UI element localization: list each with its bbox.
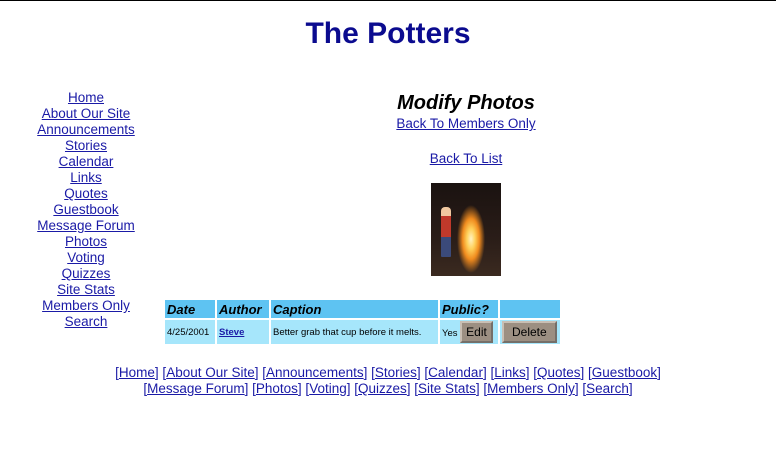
bonfire-photo <box>431 183 501 276</box>
sidebar-item-quizzes[interactable]: Quizzes <box>26 266 146 282</box>
footer-link-message-forum[interactable]: Message Forum <box>147 381 245 396</box>
sidebar-nav: Home About Our Site Announcements Storie… <box>26 90 146 330</box>
footer-link-home[interactable]: Home <box>119 365 155 380</box>
cell-caption: Better grab that cup before it melts. <box>271 320 438 344</box>
footer-line-1: [Home] [About Our Site] [Announcements] … <box>115 365 661 380</box>
footer-link-guestbook[interactable]: Guestbook <box>592 365 657 380</box>
cell-date: 4/25/2001 <box>165 320 215 344</box>
footer-link-stories[interactable]: Stories <box>375 365 417 380</box>
footer-link-calendar[interactable]: Calendar <box>428 365 483 380</box>
sidebar-item-about[interactable]: About Our Site <box>26 106 146 122</box>
sidebar-item-announcements[interactable]: Announcements <box>26 122 146 138</box>
sidebar-item-links[interactable]: Links <box>26 170 146 186</box>
sidebar-item-voting[interactable]: Voting <box>26 250 146 266</box>
table-header-row: Date Author Caption Public? <box>165 300 560 318</box>
footer-link-announcements[interactable]: Announcements <box>266 365 364 380</box>
edit-button[interactable]: Edit <box>460 321 493 343</box>
sidebar-item-calendar[interactable]: Calendar <box>26 154 146 170</box>
back-to-list-link[interactable]: Back To List <box>430 150 503 167</box>
sidebar-item-members-only[interactable]: Members Only <box>26 298 146 314</box>
page-heading: Modify Photos <box>397 92 535 114</box>
footer-link-quotes[interactable]: Quotes <box>537 365 581 380</box>
author-link[interactable]: Steve <box>219 327 244 338</box>
footer-link-site-stats[interactable]: Site Stats <box>418 381 476 396</box>
person-figure <box>441 207 451 257</box>
sidebar-item-stories[interactable]: Stories <box>26 138 146 154</box>
cell-public: Yes Edit <box>440 320 498 344</box>
cell-actions: Delete <box>500 320 560 344</box>
site-title: The Potters <box>305 17 471 50</box>
sidebar-item-search[interactable]: Search <box>26 314 146 330</box>
column-header-actions <box>500 300 560 318</box>
back-to-members-link[interactable]: Back To Members Only <box>396 115 535 132</box>
footer-link-photos[interactable]: Photos <box>256 381 298 396</box>
sidebar-item-message-forum[interactable]: Message Forum <box>26 218 146 234</box>
footer-nav: [Home] [About Our Site] [Announcements] … <box>0 365 776 397</box>
footer-link-links[interactable]: Links <box>494 365 526 380</box>
footer-line-2: [Message Forum] [Photos] [Voting] [Quizz… <box>143 381 633 396</box>
column-header-date: Date <box>165 300 215 318</box>
sidebar-item-guestbook[interactable]: Guestbook <box>26 202 146 218</box>
footer-link-about[interactable]: About Our Site <box>166 365 255 380</box>
main-content: Modify Photos Back To Members Only Back … <box>160 91 772 276</box>
table-row: 4/25/2001 Steve Better grab that cup bef… <box>165 320 560 344</box>
delete-button[interactable]: Delete <box>502 321 557 343</box>
footer-link-quizzes[interactable]: Quizzes <box>358 381 407 396</box>
footer-link-search[interactable]: Search <box>586 381 629 396</box>
sidebar-item-photos[interactable]: Photos <box>26 234 146 250</box>
public-value: Yes <box>442 328 458 339</box>
sidebar-item-site-stats[interactable]: Site Stats <box>26 282 146 298</box>
sidebar-item-home[interactable]: Home <box>26 90 146 106</box>
column-header-caption: Caption <box>271 300 438 318</box>
column-header-public: Public? <box>440 300 498 318</box>
footer-link-voting[interactable]: Voting <box>309 381 347 396</box>
sidebar-item-quotes[interactable]: Quotes <box>26 186 146 202</box>
photos-table: Date Author Caption Public? 4/25/2001 St… <box>163 298 562 346</box>
column-header-author: Author <box>217 300 269 318</box>
footer-link-members-only[interactable]: Members Only <box>487 381 575 396</box>
cell-author: Steve <box>217 320 269 344</box>
